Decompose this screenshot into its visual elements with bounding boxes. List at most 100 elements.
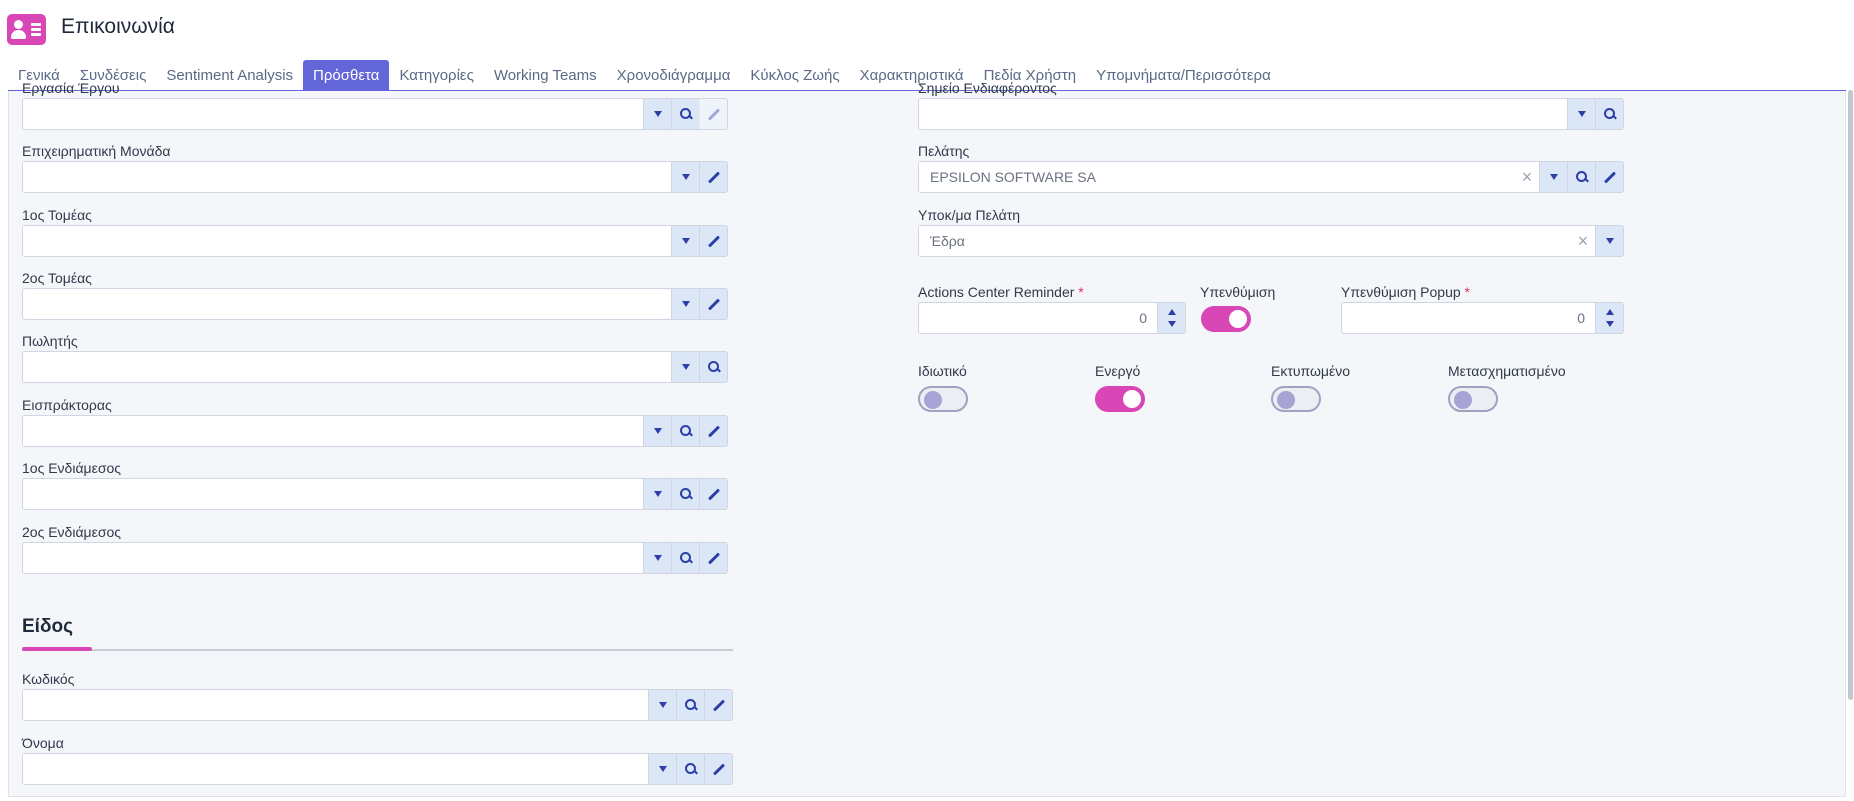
dropdown-button[interactable] xyxy=(643,416,671,446)
tab-4[interactable]: Κατηγορίες xyxy=(389,60,483,91)
dropdown-button[interactable] xyxy=(671,162,699,192)
dropdown-button[interactable] xyxy=(1539,162,1567,192)
dropdown-button[interactable] xyxy=(1567,99,1595,129)
point-of-interest-field[interactable] xyxy=(918,98,1624,130)
reminder-popup-input[interactable]: 0 xyxy=(1341,302,1624,334)
search-icon xyxy=(1603,108,1616,120)
chevron-down-icon xyxy=(1577,111,1586,117)
search-button[interactable] xyxy=(676,754,704,784)
converted-label: Μετασχηματισμένο xyxy=(1448,363,1566,379)
edit-button[interactable] xyxy=(699,416,727,446)
sector2-field[interactable] xyxy=(22,288,728,320)
edit-button xyxy=(699,99,727,129)
tab-5[interactable]: Working Teams xyxy=(484,60,607,91)
intermediary1-label: 1ος Ενδιάμεσος xyxy=(22,460,122,476)
dropdown-button[interactable] xyxy=(643,99,671,129)
active-toggle[interactable] xyxy=(1095,386,1145,412)
chevron-down-icon[interactable] xyxy=(1167,321,1176,327)
sector1-field[interactable] xyxy=(22,225,728,257)
dropdown-button[interactable] xyxy=(671,226,699,256)
converted-toggle[interactable] xyxy=(1448,386,1498,412)
reminder-popup-label: Υπενθύμιση Popup * xyxy=(1341,284,1470,300)
tab-bar: Γενικά Συνδέσεις Sentiment Analysis Πρόσθετ… xyxy=(8,60,1281,91)
item-code-field[interactable] xyxy=(22,689,733,721)
clear-button[interactable]: × xyxy=(1571,226,1595,256)
edit-button[interactable] xyxy=(1595,162,1623,192)
business-unit-field[interactable] xyxy=(22,161,728,193)
sector2-label: 2ος Τομέας xyxy=(22,270,92,286)
intermediary1-field[interactable] xyxy=(22,478,728,510)
search-button[interactable] xyxy=(676,690,704,720)
clear-button[interactable]: × xyxy=(1515,162,1539,192)
dropdown-button[interactable] xyxy=(671,352,699,382)
edit-button[interactable] xyxy=(699,289,727,319)
business-unit-label: Επιχειρηματική Μονάδα xyxy=(22,143,171,159)
search-icon xyxy=(679,488,692,500)
tab-3[interactable]: Πρόσθετα xyxy=(303,60,390,91)
chevron-down-icon xyxy=(681,364,690,370)
dropdown-button[interactable] xyxy=(671,289,699,319)
edit-button[interactable] xyxy=(699,162,727,192)
active-label: Ενεργό xyxy=(1095,363,1141,379)
chevron-down-icon xyxy=(681,301,690,307)
project-task-label: Εργασία Έργου xyxy=(22,80,120,96)
printed-toggle[interactable] xyxy=(1271,386,1321,412)
item-name-label: Όνομα xyxy=(22,735,64,751)
close-icon: × xyxy=(1577,231,1589,251)
search-button[interactable] xyxy=(1567,162,1595,192)
dropdown-button[interactable] xyxy=(648,690,676,720)
reminder-toggle[interactable] xyxy=(1201,306,1251,332)
chevron-down-icon xyxy=(653,111,662,117)
item-section-title: Είδος xyxy=(22,616,73,637)
project-task-field[interactable] xyxy=(22,98,728,130)
item-name-field[interactable] xyxy=(22,753,733,785)
search-button[interactable] xyxy=(671,543,699,573)
dropdown-button[interactable] xyxy=(643,479,671,509)
search-button[interactable] xyxy=(671,479,699,509)
search-icon xyxy=(679,108,692,120)
pencil-icon xyxy=(712,698,725,712)
search-button[interactable] xyxy=(699,352,727,382)
search-icon xyxy=(684,699,697,711)
actions-center-reminder-input[interactable]: 0 xyxy=(918,302,1186,334)
search-icon xyxy=(679,425,692,437)
search-button[interactable] xyxy=(1595,99,1623,129)
tab-7[interactable]: Κύκλος Ζωής xyxy=(740,60,849,91)
sector1-label: 1ος Τομέας xyxy=(22,207,92,223)
edit-button[interactable] xyxy=(704,754,732,784)
dropdown-button[interactable] xyxy=(648,754,676,784)
customer-field[interactable]: EPSILON SOFTWARE SA × xyxy=(918,161,1624,193)
chevron-down-icon[interactable] xyxy=(1605,321,1614,327)
chevron-down-icon xyxy=(658,702,667,708)
edit-button[interactable] xyxy=(699,543,727,573)
salesman-field[interactable] xyxy=(22,351,728,383)
intermediary2-label: 2ος Ενδιάμεσος xyxy=(22,524,122,540)
chevron-down-icon xyxy=(653,491,662,497)
dropdown-button[interactable] xyxy=(1595,226,1623,256)
chevron-down-icon xyxy=(653,428,662,434)
intermediary2-field[interactable] xyxy=(22,542,728,574)
pencil-icon xyxy=(707,551,720,565)
search-button[interactable] xyxy=(671,416,699,446)
chevron-up-icon[interactable] xyxy=(1605,309,1614,315)
collector-field[interactable] xyxy=(22,415,728,447)
chevron-up-icon[interactable] xyxy=(1167,309,1176,315)
customer-branch-field[interactable]: Έδρα × xyxy=(918,225,1624,257)
customer-label: Πελάτης xyxy=(918,143,970,159)
vertical-scrollbar[interactable] xyxy=(1848,90,1853,700)
contact-card-icon xyxy=(7,14,46,45)
edit-button[interactable] xyxy=(704,690,732,720)
number-spinner[interactable] xyxy=(1595,303,1623,333)
tab-10[interactable]: Υπομνήματα/Περισσότερα xyxy=(1086,60,1281,91)
search-button[interactable] xyxy=(671,99,699,129)
dropdown-button[interactable] xyxy=(643,543,671,573)
section-accent-bar xyxy=(22,647,92,651)
edit-button[interactable] xyxy=(699,479,727,509)
edit-button[interactable] xyxy=(699,226,727,256)
tab-6[interactable]: Χρονοδιάγραμμα xyxy=(607,60,741,91)
customer-branch-value: Έδρα xyxy=(930,233,965,249)
number-spinner[interactable] xyxy=(1157,303,1185,333)
private-toggle[interactable] xyxy=(918,386,968,412)
tab-2[interactable]: Sentiment Analysis xyxy=(156,60,303,91)
search-icon xyxy=(707,361,720,373)
